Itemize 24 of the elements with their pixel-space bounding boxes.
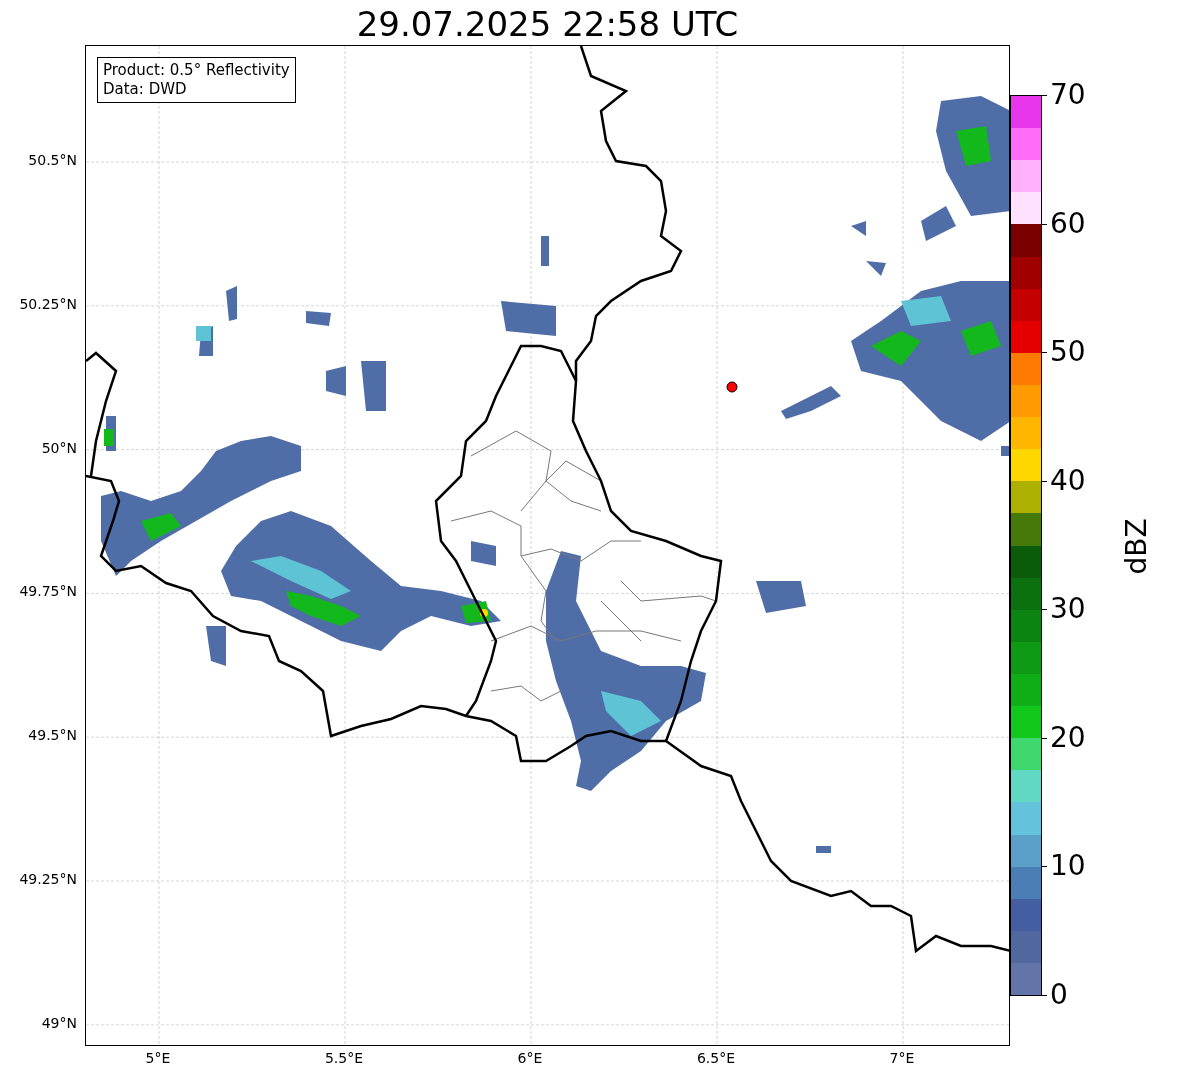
latitude-label: 49.75°N — [19, 583, 77, 600]
longitude-label: 6.5°E — [696, 1050, 736, 1066]
latitude-label: 49.5°N — [28, 727, 77, 744]
longitude-label: 6°E — [517, 1050, 543, 1066]
colorbar-tick-label: 70 — [1050, 81, 1086, 109]
latitude-label: 50.5°N — [28, 152, 77, 168]
latitude-label: 49.25°N — [19, 871, 77, 887]
longitude-label: 5.5°E — [324, 1050, 364, 1066]
chart-title: 29.07.2025 22:58 UTC — [356, 4, 739, 45]
colorbar-tick-label: 0 — [1050, 981, 1068, 1009]
colorbar-tick-label: 50 — [1050, 338, 1086, 367]
colorbar-tick-label: 30 — [1050, 595, 1086, 624]
info-text: Product: 0.5° Reflectivity — [103, 61, 290, 80]
longitude-label: 7°E — [889, 1050, 915, 1066]
longitude-label: 5°E — [145, 1050, 171, 1066]
colorbar-tick-label: 10 — [1050, 852, 1086, 881]
colorbar-tick-label: 20 — [1050, 723, 1086, 752]
latitude-label: 50.25°N — [19, 295, 77, 312]
colorbar-label: dBZ — [1119, 518, 1153, 575]
info-text: Data: DWD — [103, 80, 188, 99]
latitude-label: 50°N — [41, 439, 77, 456]
latitude-label: 49°N — [41, 1014, 77, 1031]
colorbar-tick-label: 40 — [1050, 466, 1086, 495]
colorbar-tick-label: 60 — [1050, 209, 1086, 238]
